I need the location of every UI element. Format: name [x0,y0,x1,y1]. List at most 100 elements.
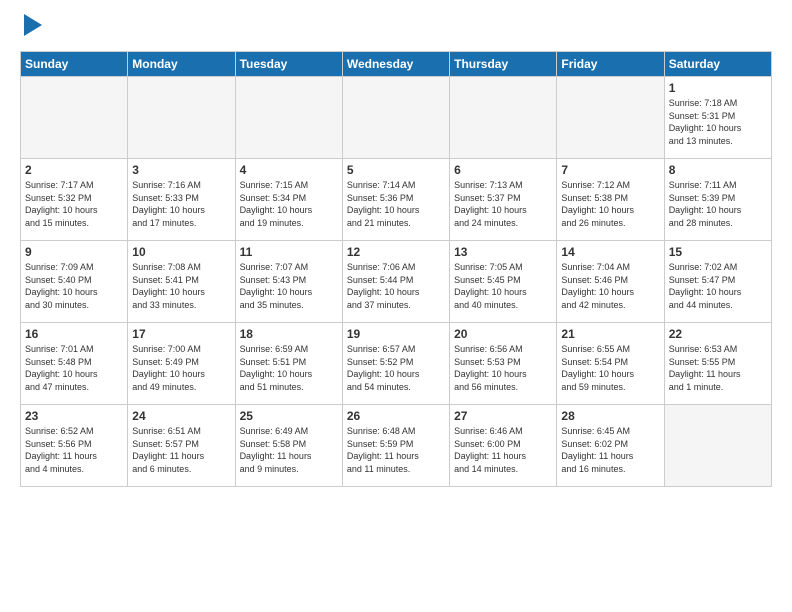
day-info: Sunrise: 7:00 AM Sunset: 5:49 PM Dayligh… [132,343,230,393]
calendar-cell [450,77,557,159]
calendar-cell: 7 Sunrise: 7:12 AM Sunset: 5:38 PM Daylig… [557,159,664,241]
day-number: 21 [561,327,659,341]
day-number: 7 [561,163,659,177]
day-info: Sunrise: 7:07 AM Sunset: 5:43 PM Dayligh… [240,261,338,311]
day-number: 5 [347,163,445,177]
calendar-cell: 11 Sunrise: 7:07 AM Sunset: 5:43 PM Dayli… [235,241,342,323]
calendar-week-row: 16 Sunrise: 7:01 AM Sunset: 5:48 PM Dayli… [21,323,772,405]
calendar-day-header: Tuesday [235,52,342,77]
day-info: Sunrise: 7:15 AM Sunset: 5:34 PM Dayligh… [240,179,338,229]
day-info: Sunrise: 7:02 AM Sunset: 5:47 PM Dayligh… [669,261,767,311]
calendar-cell: 14 Sunrise: 7:04 AM Sunset: 5:46 PM Dayli… [557,241,664,323]
day-info: Sunrise: 7:04 AM Sunset: 5:46 PM Dayligh… [561,261,659,311]
calendar-week-row: 9Sunrise: 7:09 AM Sunset: 5:40 PM Daylig… [21,241,772,323]
day-info: Sunrise: 7:06 AM Sunset: 5:44 PM Dayligh… [347,261,445,311]
day-info: Sunrise: 7:05 AM Sunset: 5:45 PM Dayligh… [454,261,552,311]
calendar-cell [235,77,342,159]
calendar-week-row: 23 Sunrise: 6:52 AM Sunset: 5:56 PM Dayli… [21,405,772,487]
calendar-cell: 12 Sunrise: 7:06 AM Sunset: 5:44 PM Dayli… [342,241,449,323]
calendar-day-header: Sunday [21,52,128,77]
calendar-cell: 21 Sunrise: 6:55 AM Sunset: 5:54 PM Dayli… [557,323,664,405]
day-info: Sunrise: 6:59 AM Sunset: 5:51 PM Dayligh… [240,343,338,393]
day-info: Sunrise: 6:49 AM Sunset: 5:58 PM Dayligh… [240,425,338,475]
day-info: Sunrise: 6:56 AM Sunset: 5:53 PM Dayligh… [454,343,552,393]
calendar-cell: 8 Sunrise: 7:11 AM Sunset: 5:39 PM Daylig… [664,159,771,241]
calendar-cell [557,77,664,159]
day-number: 28 [561,409,659,423]
calendar-header-row: SundayMondayTuesdayWednesdayThursdayFrid… [21,52,772,77]
calendar-cell: 15 Sunrise: 7:02 AM Sunset: 5:47 PM Dayli… [664,241,771,323]
calendar-cell: 23 Sunrise: 6:52 AM Sunset: 5:56 PM Dayli… [21,405,128,487]
day-number: 13 [454,245,552,259]
day-number: 26 [347,409,445,423]
day-info: Sunrise: 7:11 AM Sunset: 5:39 PM Dayligh… [669,179,767,229]
day-info: Sunrise: 7:16 AM Sunset: 5:33 PM Dayligh… [132,179,230,229]
calendar-day-header: Thursday [450,52,557,77]
calendar-cell [21,77,128,159]
day-number: 3 [132,163,230,177]
calendar-day-header: Saturday [664,52,771,77]
day-info: Sunrise: 7:09 AM Sunset: 5:40 PM Dayligh… [25,261,123,311]
calendar-cell: 3 Sunrise: 7:16 AM Sunset: 5:33 PM Daylig… [128,159,235,241]
day-info: Sunrise: 7:13 AM Sunset: 5:37 PM Dayligh… [454,179,552,229]
day-number: 22 [669,327,767,341]
page: SundayMondayTuesdayWednesdayThursdayFrid… [0,0,792,612]
day-number: 6 [454,163,552,177]
day-number: 11 [240,245,338,259]
calendar-cell: 9Sunrise: 7:09 AM Sunset: 5:40 PM Daylig… [21,241,128,323]
calendar-day-header: Wednesday [342,52,449,77]
day-number: 17 [132,327,230,341]
day-number: 1 [669,81,767,95]
day-info: Sunrise: 6:51 AM Sunset: 5:57 PM Dayligh… [132,425,230,475]
day-info: Sunrise: 7:08 AM Sunset: 5:41 PM Dayligh… [132,261,230,311]
calendar-cell: 1 Sunrise: 7:18 AM Sunset: 5:31 PM Daylig… [664,77,771,159]
calendar-cell: 20 Sunrise: 6:56 AM Sunset: 5:53 PM Dayli… [450,323,557,405]
day-number: 12 [347,245,445,259]
day-number: 19 [347,327,445,341]
calendar-cell: 16 Sunrise: 7:01 AM Sunset: 5:48 PM Dayli… [21,323,128,405]
calendar-cell: 27 Sunrise: 6:46 AM Sunset: 6:00 PM Dayli… [450,405,557,487]
calendar-week-row: 2 Sunrise: 7:17 AM Sunset: 5:32 PM Daylig… [21,159,772,241]
calendar-cell: 5Sunrise: 7:14 AM Sunset: 5:36 PM Daylig… [342,159,449,241]
calendar-cell: 28 Sunrise: 6:45 AM Sunset: 6:02 PM Dayli… [557,405,664,487]
day-number: 16 [25,327,123,341]
day-info: Sunrise: 6:48 AM Sunset: 5:59 PM Dayligh… [347,425,445,475]
calendar-cell: 24 Sunrise: 6:51 AM Sunset: 5:57 PM Dayli… [128,405,235,487]
day-info: Sunrise: 7:17 AM Sunset: 5:32 PM Dayligh… [25,179,123,229]
calendar-cell [664,405,771,487]
day-info: Sunrise: 6:52 AM Sunset: 5:56 PM Dayligh… [25,425,123,475]
calendar-day-header: Monday [128,52,235,77]
day-info: Sunrise: 6:46 AM Sunset: 6:00 PM Dayligh… [454,425,552,475]
day-info: Sunrise: 7:18 AM Sunset: 5:31 PM Dayligh… [669,97,767,147]
calendar-cell: 2 Sunrise: 7:17 AM Sunset: 5:32 PM Daylig… [21,159,128,241]
day-info: Sunrise: 6:53 AM Sunset: 5:55 PM Dayligh… [669,343,767,393]
calendar-cell: 19 Sunrise: 6:57 AM Sunset: 5:52 PM Dayli… [342,323,449,405]
day-info: Sunrise: 7:01 AM Sunset: 5:48 PM Dayligh… [25,343,123,393]
calendar-cell: 6 Sunrise: 7:13 AM Sunset: 5:37 PM Daylig… [450,159,557,241]
day-number: 2 [25,163,123,177]
header [20,18,772,41]
day-info: Sunrise: 6:55 AM Sunset: 5:54 PM Dayligh… [561,343,659,393]
day-number: 20 [454,327,552,341]
day-number: 24 [132,409,230,423]
day-number: 25 [240,409,338,423]
day-number: 15 [669,245,767,259]
calendar-cell [342,77,449,159]
calendar-cell: 18 Sunrise: 6:59 AM Sunset: 5:51 PM Dayli… [235,323,342,405]
calendar-cell [128,77,235,159]
day-number: 27 [454,409,552,423]
calendar-cell: 13 Sunrise: 7:05 AM Sunset: 5:45 PM Dayli… [450,241,557,323]
day-number: 8 [669,163,767,177]
calendar-cell: 4Sunrise: 7:15 AM Sunset: 5:34 PM Daylig… [235,159,342,241]
calendar-cell: 26 Sunrise: 6:48 AM Sunset: 5:59 PM Dayli… [342,405,449,487]
day-number: 14 [561,245,659,259]
day-info: Sunrise: 6:57 AM Sunset: 5:52 PM Dayligh… [347,343,445,393]
calendar-cell: 25 Sunrise: 6:49 AM Sunset: 5:58 PM Dayli… [235,405,342,487]
calendar-week-row: 1 Sunrise: 7:18 AM Sunset: 5:31 PM Daylig… [21,77,772,159]
day-number: 10 [132,245,230,259]
day-info: Sunrise: 7:12 AM Sunset: 5:38 PM Dayligh… [561,179,659,229]
day-number: 23 [25,409,123,423]
day-info: Sunrise: 6:45 AM Sunset: 6:02 PM Dayligh… [561,425,659,475]
day-number: 18 [240,327,338,341]
calendar-day-header: Friday [557,52,664,77]
